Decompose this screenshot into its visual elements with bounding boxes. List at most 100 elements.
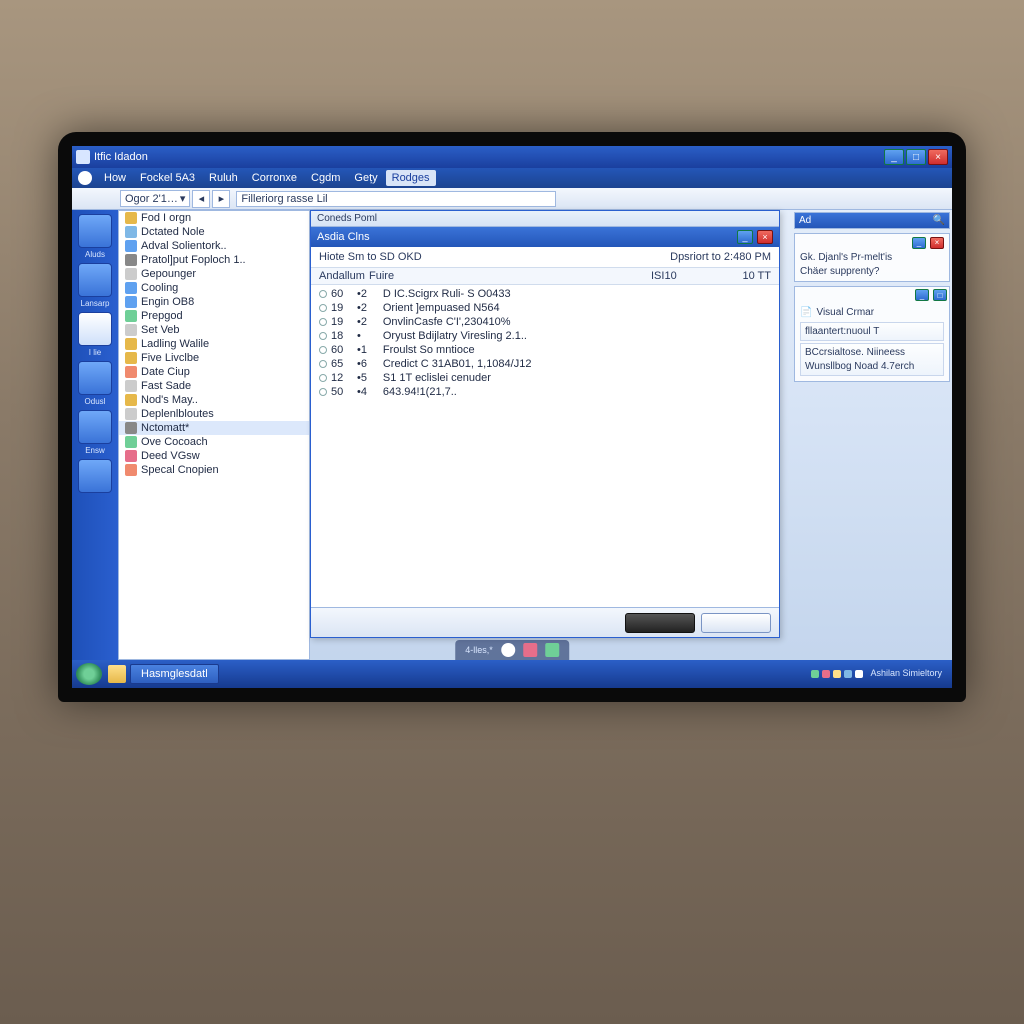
tree-item[interactable]: Date Ciup [119,365,309,379]
popup-button-secondary[interactable] [701,613,771,633]
tree-item[interactable]: Cooling [119,281,309,295]
tree-item[interactable]: Prepgod [119,309,309,323]
popup-close-button[interactable]: × [757,230,773,244]
right-panel2-min-button[interactable]: _ [915,289,929,301]
right-box-minimize-button[interactable]: _ [912,237,926,249]
tree-item[interactable]: Deed VGsw [119,449,309,463]
tree-item[interactable]: Five Livclbe [119,351,309,365]
list-row[interactable]: 65•6Credict C 31AB01, 1,1084/J12 [311,357,779,371]
tree-item-icon [125,212,137,224]
row-desc: 643.94!1(21,7.. [375,386,771,398]
list-row[interactable]: 19•2Orient ]empuased N564 [311,301,779,315]
tree-item-label: Ove Cocoach [141,436,208,448]
menu-item-6[interactable]: Rodges [386,170,436,186]
popup-window: Coneds Poml Asdia Clns _ × Hiote Sm to S… [310,210,780,638]
menu-item-1[interactable]: Fockel 5A3 [134,170,201,186]
right-panel2: _ □ 📄 Visual Crmar fllaantert:nuoul T BC… [794,286,950,382]
menu-item-3[interactable]: Corronxe [246,170,303,186]
toolbar-forward-button[interactable]: ▸ [212,190,230,208]
address-field[interactable]: Filleriorg rasse Lil [236,191,556,207]
popup-header-1[interactable]: Fuire [369,270,651,282]
tree-item[interactable]: Ove Cocoach [119,435,309,449]
tree-item-label: Gepounger [141,268,196,280]
row-col-a: 18 [331,330,357,342]
tree-item-icon [125,338,137,350]
popup-tab-label: Coneds Poml [311,211,779,227]
list-row[interactable]: 19•2OnvlinCasfe C'I',230410% [311,315,779,329]
list-row[interactable]: 60•1Froulst So mntioce [311,343,779,357]
tree-item[interactable]: Ladling Walile [119,337,309,351]
tree-item-icon [125,422,137,434]
tree-item[interactable]: Pratol]put Foploch 1.. [119,253,309,267]
right-panel2-item2[interactable]: BCcrsialtose. Niineess Wunsllbog Noad 4.… [800,343,944,376]
tree-item[interactable]: Nod's May.. [119,393,309,407]
taskbar-task-label: Hasmglesdatl [141,668,208,680]
taskbar-task[interactable]: Hasmglesdatl [130,664,219,684]
tree-item[interactable]: Nctomatt* [119,421,309,435]
row-desc: Credict C 31AB01, 1,1084/J12 [375,358,771,370]
popup-header-3[interactable]: 10 TT [721,270,771,282]
tray-icon-2[interactable] [822,670,830,678]
right-panel2-item1[interactable]: fllaantert:nuoul T [800,322,944,342]
popup-minimize-button[interactable]: _ [737,230,753,244]
popup-button-primary[interactable] [625,613,695,633]
menu-item-4[interactable]: Cgdm [305,170,346,186]
popup-header-2[interactable]: ISI10 [651,270,721,282]
row-bullet-icon [319,332,327,340]
dock-icon-circle[interactable] [501,643,515,657]
tree-item[interactable]: Engin OB8 [119,295,309,309]
sidebar-label-2: I lie [89,348,101,357]
sidebar-icon-4[interactable] [78,410,112,444]
minimize-button[interactable]: _ [884,149,904,165]
sidebar-icon-3[interactable] [78,361,112,395]
tree-item[interactable]: Specal Cnopien [119,463,309,477]
sidebar-icon-5[interactable] [78,459,112,493]
menu-item-5[interactable]: Gețy [348,170,383,186]
tree-item[interactable]: Set Veb [119,323,309,337]
menu-item-2[interactable]: Ruluh [203,170,244,186]
list-row[interactable]: 60•2D IC.Scigrx Ruli- S O0433 [311,287,779,301]
dock-icon-1[interactable] [523,643,537,657]
row-bullet-icon [319,304,327,312]
right-box-close-button[interactable]: × [930,237,944,249]
search-icon[interactable]: 🔍 [933,215,945,226]
row-bullet-icon [319,360,327,368]
tree-item[interactable]: Gepounger [119,267,309,281]
toolbar-back-button[interactable]: ◂ [192,190,210,208]
close-button[interactable]: × [928,149,948,165]
popup-header-0[interactable]: Andallum [319,270,369,282]
desktop-screen: Itfic Idadon _ □ × How Fockel 5A3 Ruluh … [72,146,952,688]
toolbar-selector[interactable]: Ogor 2'1… ▾ [120,190,190,207]
tree-item-label: Specal Cnopien [141,464,219,476]
tree-item[interactable]: Adval Solientork.. [119,239,309,253]
dock-icon-2[interactable] [545,643,559,657]
tray-icon-5[interactable] [855,670,863,678]
quicklaunch-icon[interactable] [108,665,126,683]
sidebar-icon-0[interactable] [78,214,112,248]
right-panel2-max-button[interactable]: □ [933,289,947,301]
tree-item[interactable]: Dctated Nole [119,225,309,239]
tree-item[interactable]: Fod I orgn [119,211,309,225]
row-desc: Oryust Bdijlatry Viresling 2.1.. [375,330,771,342]
tray-icon-1[interactable] [811,670,819,678]
sidebar-label-1: Lansarp [81,299,110,308]
tray-icon-4[interactable] [844,670,852,678]
right-search-box: Ad 🔍 [794,212,950,229]
sidebar-icon-2[interactable] [78,312,112,346]
tray-label: Ashilan Simieltory [870,669,942,679]
sidebar-label-0: Aluds [85,250,105,259]
tree-item[interactable]: Fast Sade [119,379,309,393]
tree-item-icon [125,464,137,476]
popup-info-left: Hiote Sm to SD OKD [319,251,422,263]
right-pane: Ad 🔍 _ × Gk. Djanl's Pr-melt'is Chäer su… [792,210,952,660]
tray-icon-3[interactable] [833,670,841,678]
start-button[interactable] [76,663,102,685]
list-row[interactable]: 18•Oryust Bdijlatry Viresling 2.1.. [311,329,779,343]
maximize-button[interactable]: □ [906,149,926,165]
list-row[interactable]: 12•5S1 1T eclislei cenuder [311,371,779,385]
list-row[interactable]: 50•4643.94!1(21,7.. [311,385,779,399]
row-col-a: 60 [331,288,357,300]
tree-item[interactable]: Deplenlbloutes [119,407,309,421]
menu-item-0[interactable]: How [98,170,132,186]
sidebar-icon-1[interactable] [78,263,112,297]
